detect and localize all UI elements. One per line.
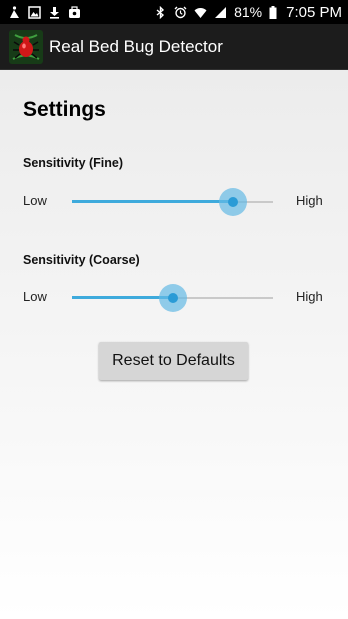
coarse-high-label: High bbox=[296, 289, 323, 304]
image-notification-icon bbox=[28, 5, 41, 19]
fine-slider-thumb[interactable] bbox=[227, 197, 238, 207]
coarse-sensitivity-slider[interactable] bbox=[72, 284, 273, 312]
coarse-low-label: Low bbox=[23, 289, 47, 304]
work-notification-icon bbox=[69, 5, 80, 18]
bed-bug-app-icon bbox=[9, 29, 43, 64]
fine-sensitivity-label: Sensitivity (Fine) bbox=[23, 156, 124, 170]
wifi-icon bbox=[194, 7, 207, 18]
clock: 7:05 PM bbox=[286, 3, 342, 21]
fine-sensitivity-row: Low High bbox=[0, 187, 348, 217]
bluetooth-icon bbox=[156, 5, 165, 19]
status-bar: 81% 7:05 PM bbox=[0, 0, 348, 24]
app-bar: Real Bed Bug Detector bbox=[0, 24, 348, 70]
page-title: Settings bbox=[23, 98, 106, 121]
fine-sensitivity-slider[interactable] bbox=[72, 188, 273, 216]
app-title: Real Bed Bug Detector bbox=[49, 36, 223, 56]
reset-to-defaults-button[interactable]: Reset to Defaults bbox=[99, 342, 248, 380]
cell-signal-icon bbox=[215, 6, 227, 18]
fine-high-label: High bbox=[296, 193, 323, 208]
system-status: 81% 7:05 PM bbox=[154, 4, 342, 21]
fine-low-label: Low bbox=[23, 193, 47, 208]
coarse-sensitivity-label: Sensitivity (Coarse) bbox=[23, 253, 140, 267]
coarse-slider-thumb[interactable] bbox=[167, 293, 178, 303]
battery-icon bbox=[269, 5, 277, 19]
alarm-icon bbox=[174, 6, 187, 18]
battery-percent: 81% bbox=[234, 4, 263, 20]
fine-slider-fill bbox=[72, 200, 233, 203]
download-icon bbox=[50, 6, 59, 19]
settings-screen: Settings Sensitivity (Fine) Low High Sen… bbox=[0, 70, 348, 619]
notification-icons bbox=[8, 5, 81, 19]
coarse-sensitivity-row: Low High bbox=[0, 283, 348, 313]
hiker-notification-icon bbox=[10, 5, 19, 18]
coarse-slider-fill bbox=[72, 296, 173, 299]
